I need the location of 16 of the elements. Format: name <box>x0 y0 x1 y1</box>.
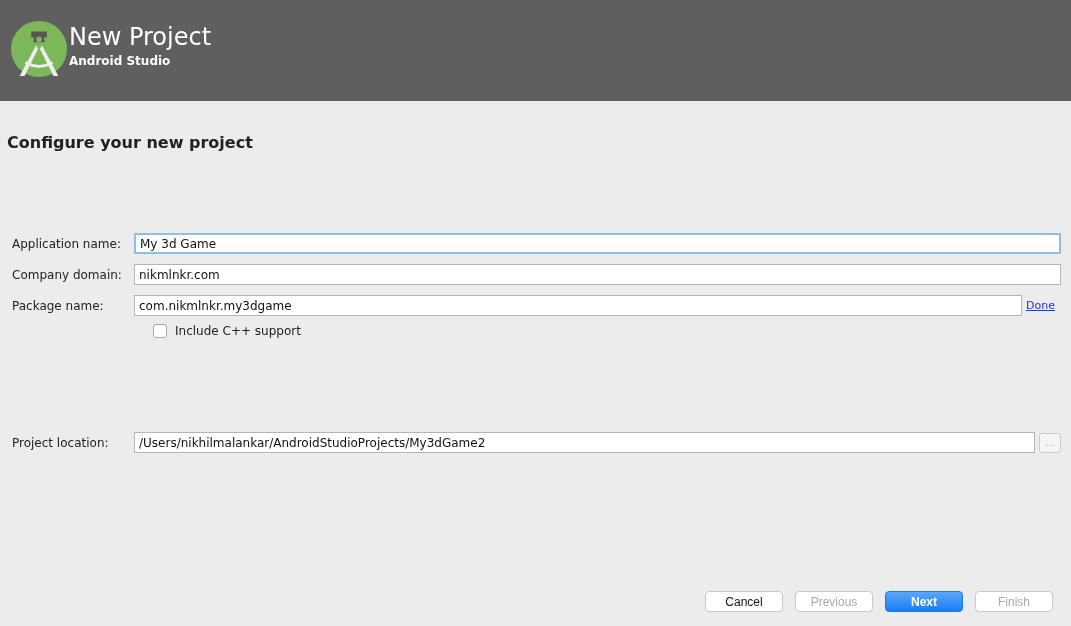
compass-logo-icon <box>10 20 68 78</box>
text-field[interactable]: /Users/nikhilmalankar/AndroidStudioProjects/My3dGame2 <box>134 432 1035 453</box>
checkbox[interactable] <box>153 324 167 338</box>
text-field[interactable]: com.nikmlnkr.my3dgame <box>134 295 1022 316</box>
window-title: New Project <box>69 22 212 52</box>
checkbox-label: Include C++ support <box>175 324 301 338</box>
dialog-button[interactable]: Cancel <box>705 591 783 612</box>
done-link[interactable]: Done <box>1026 299 1061 312</box>
field-label: Project location: <box>12 435 110 450</box>
field-label: Package name: <box>12 298 105 313</box>
window-subtitle: Android Studio <box>69 54 172 68</box>
text-field[interactable]: nikmlnkr.com <box>134 264 1061 285</box>
field-label: Company domain: <box>12 267 123 282</box>
page-heading: Configure your new project <box>7 133 254 152</box>
text-field[interactable]: My 3d Game <box>134 233 1061 254</box>
field-label: Application name: <box>12 236 122 251</box>
